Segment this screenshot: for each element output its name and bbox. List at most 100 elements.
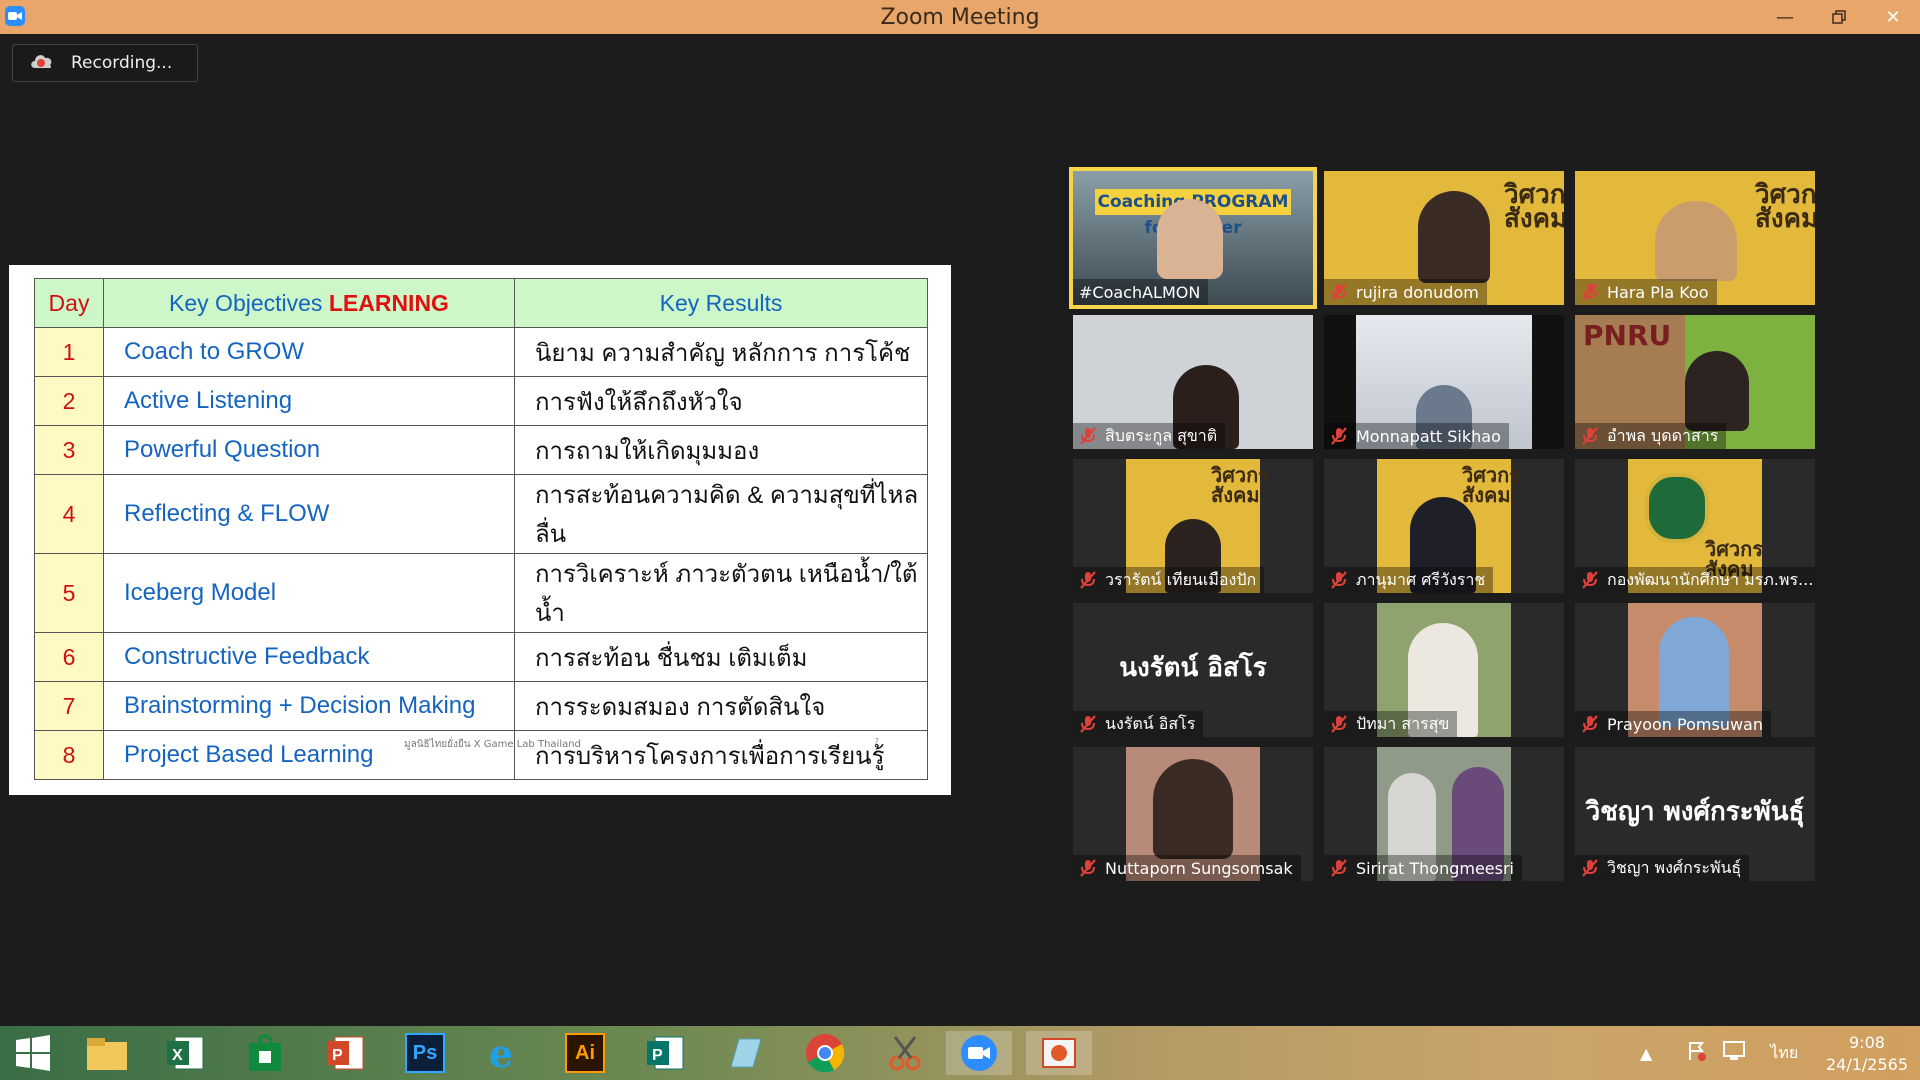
slide-page-number: 7 xyxy=(874,737,880,746)
university-seal-icon xyxy=(1645,473,1709,543)
taskbar: X P Ps e Ai P ▲ ไทย 9:08 24/1/2565 xyxy=(0,1026,1920,1080)
photoshop-taskbar-icon[interactable]: Ps xyxy=(392,1031,458,1075)
participant-tile[interactable]: วิศวกร สังคม กองพัฒนานักศึกษา มรภ.พร... xyxy=(1575,459,1815,593)
participant-name: Monnapatt Sikhao xyxy=(1356,426,1501,446)
header-objectives-prefix: Key Objectives xyxy=(169,289,329,316)
participant-nameplate: Hara Pla Koo xyxy=(1575,279,1717,305)
action-center-flag-icon[interactable] xyxy=(1686,1040,1708,1066)
muted-mic-icon xyxy=(1331,715,1347,733)
excel-taskbar-icon[interactable]: X xyxy=(152,1031,218,1075)
notes-taskbar-icon[interactable] xyxy=(712,1031,778,1075)
powerpoint-viewer-taskbar-icon[interactable] xyxy=(1026,1031,1092,1075)
row-day: 6 xyxy=(34,632,104,682)
background-logo-text: วิศวกร สังคม xyxy=(1504,180,1564,234)
objectives-table: Day Key Objectives LEARNING Key Results … xyxy=(34,278,928,780)
input-language-indicator[interactable]: ไทย xyxy=(1770,1041,1798,1066)
row-day: 3 xyxy=(34,425,104,475)
header-key-results: Key Results xyxy=(514,278,928,328)
close-button[interactable]: ✕ xyxy=(1866,0,1920,34)
participant-tile[interactable]: วิศวกร สังคม rujira donudom xyxy=(1324,171,1564,305)
muted-mic-icon xyxy=(1582,571,1598,589)
row-result: การระดมสมอง การตัดสินใจ xyxy=(514,681,928,731)
muted-mic-icon xyxy=(1582,859,1598,877)
row-result: การวิเคราะห์ ภาวะตัวตน เหนือน้ำ/ใต้น้ำ xyxy=(514,553,928,633)
row-objective: Constructive Feedback xyxy=(103,632,515,682)
participant-tile[interactable]: สิบตระกูล สุขาติ xyxy=(1073,315,1313,449)
participant-nameplate: Monnapatt Sikhao xyxy=(1324,423,1509,449)
muted-mic-icon xyxy=(1331,427,1347,445)
zoom-taskbar-icon[interactable] xyxy=(946,1031,1012,1075)
show-hidden-icons-chevron-icon[interactable]: ▲ xyxy=(1640,1044,1652,1063)
participant-tile[interactable]: วิชญา พงศ์กระพันธุ์ วิชญา พงศ์กระพันธุ์ xyxy=(1575,747,1815,881)
participant-tile[interactable]: Prayoon Pomsuwan xyxy=(1575,603,1815,737)
clock-time: 9:08 xyxy=(1849,1033,1885,1052)
row-result: การสะท้อนความคิด & ความสุขที่ไหลลื่น xyxy=(514,474,928,554)
muted-mic-icon xyxy=(1331,571,1347,589)
row-day: 5 xyxy=(34,553,104,633)
svg-text:P: P xyxy=(332,1047,343,1064)
muted-mic-icon xyxy=(1582,283,1598,301)
participant-name: สิบตระกูล สุขาติ xyxy=(1105,425,1218,445)
participant-tile[interactable]: วิศวกร สังคม ภานุมาศ ศรีวังราช xyxy=(1324,459,1564,593)
table-row: 2 Active Listening การฟังให้ลึกถึงหัวใจ xyxy=(34,376,928,426)
participant-nameplate: Nuttaporn Sungsomsak xyxy=(1073,855,1301,881)
publisher-taskbar-icon[interactable]: P xyxy=(632,1031,698,1075)
muted-mic-icon xyxy=(1582,715,1598,733)
participant-name: ภานุมาศ ศรีวังราช xyxy=(1356,569,1486,589)
participant-name: rujira donudom xyxy=(1356,282,1479,302)
windows-logo-icon xyxy=(16,1035,50,1071)
row-result: การฟังให้ลึกถึงหัวใจ xyxy=(514,376,928,426)
table-header-row: Day Key Objectives LEARNING Key Results xyxy=(34,278,928,328)
row-result: การสะท้อน ชื่นชม เติมเต็ม xyxy=(514,632,928,682)
illustrator-label: Ai xyxy=(565,1033,605,1073)
row-result: นิยาม ความสำคัญ หลักการ การโค้ช xyxy=(514,327,928,377)
participant-tile[interactable]: Monnapatt Sikhao xyxy=(1324,315,1564,449)
participant-name: นงรัตน์ อิสโร xyxy=(1105,713,1196,733)
snipping-tool-taskbar-icon[interactable] xyxy=(872,1031,938,1075)
participant-tile[interactable]: วิศวกร สังคม Hara Pla Koo xyxy=(1575,171,1815,305)
background-logo-text: วิศวกร สังคม xyxy=(1211,463,1270,507)
network-icon[interactable] xyxy=(1722,1040,1746,1066)
shared-screen-slide: Day Key Objectives LEARNING Key Results … xyxy=(9,265,951,795)
system-tray: ▲ ไทย xyxy=(1640,1026,1798,1080)
table-row: 3 Powerful Question การถามให้เกิดมุมมอง xyxy=(34,425,928,475)
restore-button[interactable] xyxy=(1812,0,1866,34)
muted-mic-icon xyxy=(1080,571,1096,589)
illustrator-taskbar-icon[interactable]: Ai xyxy=(552,1031,618,1075)
background-logo-text: วิศวกร สังคม xyxy=(1462,463,1521,507)
participant-nameplate: ภานุมาศ ศรีวังราช xyxy=(1324,567,1494,593)
row-day: 8 xyxy=(34,730,104,780)
participant-tile[interactable]: วิศวกร สังคม วรารัตน์ เทียนเมืองปัก xyxy=(1073,459,1313,593)
participant-display-name: นงรัตน์ อิสโร xyxy=(1119,653,1267,683)
participant-tile[interactable]: Coaching PROGRAM for Career #CoachALMON xyxy=(1069,167,1317,309)
muted-mic-icon xyxy=(1080,715,1096,733)
recording-indicator[interactable]: Recording... xyxy=(12,44,198,82)
participant-display-name: วิชญา พงศ์กระพันธุ์ xyxy=(1585,797,1805,827)
participant-nameplate: อำพล บุดดาสาร xyxy=(1575,423,1727,449)
chrome-taskbar-icon[interactable] xyxy=(792,1031,858,1075)
minimize-button[interactable]: — xyxy=(1758,0,1812,34)
participant-name: วรารัตน์ เทียนเมืองปัก xyxy=(1105,569,1257,589)
clock-date: 24/1/2565 xyxy=(1825,1055,1908,1074)
taskbar-clock[interactable]: 9:08 24/1/2565 xyxy=(1826,1032,1908,1076)
participant-nameplate: สิบตระกูล สุขาติ xyxy=(1073,423,1226,449)
file-explorer-taskbar-icon[interactable] xyxy=(74,1031,140,1075)
svg-text:X: X xyxy=(172,1047,183,1064)
muted-mic-icon xyxy=(1331,859,1347,877)
participant-tile[interactable]: Sirirat Thongmeesri xyxy=(1324,747,1564,881)
slide-footer: มูลนิธิไทยยั่งยืน X Game Lab Thailand xyxy=(404,739,581,750)
store-taskbar-icon[interactable] xyxy=(232,1031,298,1075)
internet-explorer-taskbar-icon[interactable]: e xyxy=(472,1031,538,1075)
participant-tile[interactable]: Nuttaporn Sungsomsak xyxy=(1073,747,1313,881)
participant-name: Sirirat Thongmeesri xyxy=(1356,858,1514,878)
start-button[interactable] xyxy=(0,1031,66,1075)
participant-face xyxy=(1418,191,1490,283)
participant-face xyxy=(1153,759,1233,859)
powerpoint-taskbar-icon[interactable]: P xyxy=(312,1031,378,1075)
header-day: Day xyxy=(34,278,104,328)
participant-tile[interactable]: นงรัตน์ อิสโร นงรัตน์ อิสโร xyxy=(1073,603,1313,737)
participant-tile[interactable]: PNRU อำพล บุดดาสาร xyxy=(1575,315,1815,449)
participant-face xyxy=(1157,199,1223,279)
row-day: 4 xyxy=(34,474,104,554)
participant-tile[interactable]: ปัทมา สารสุข xyxy=(1324,603,1564,737)
